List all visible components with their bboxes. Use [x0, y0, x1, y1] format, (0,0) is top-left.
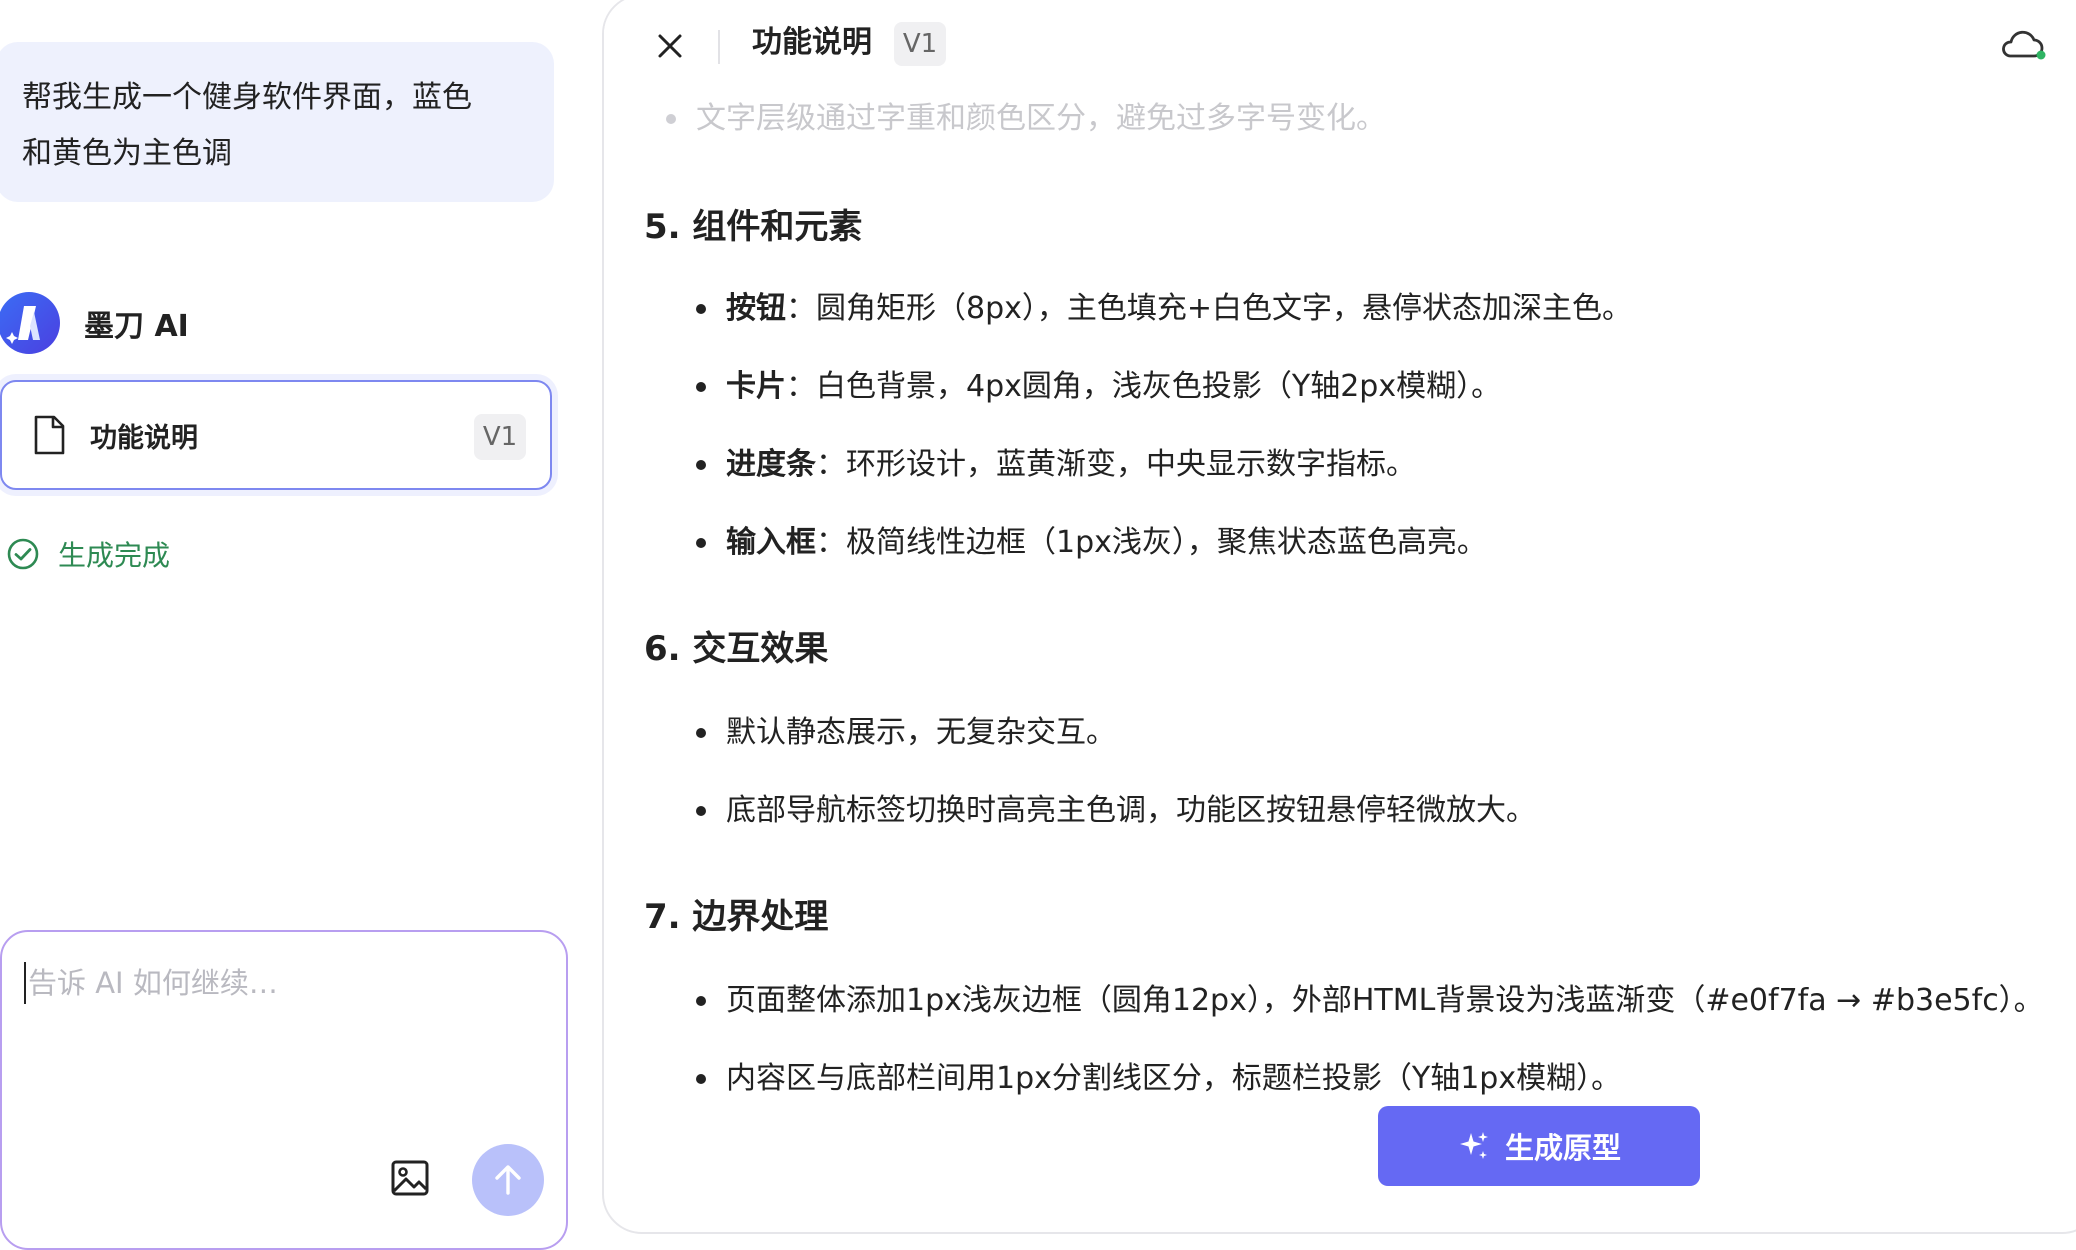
chat-panel: 帮我生成一个健身软件界面，蓝色 和黄色为主色调 墨刀 AI 功能说明 V1 生成… — [0, 0, 598, 1250]
section-heading: 5. 组件和元素 — [644, 207, 863, 247]
upload-image-button[interactable] — [390, 1158, 430, 1198]
generate-prototype-button[interactable]: 生成原型 — [1378, 1106, 1700, 1186]
list-item: 输入框 ：极简线性边框（1px浅灰），聚焦状态蓝色高亮。 — [696, 522, 1487, 564]
list-item: 卡片 ：白色背景，4px圆角，浅灰色投影（Y轴2px模糊）。 — [696, 366, 1501, 408]
document-version-badge: V1 — [894, 22, 946, 66]
section-heading: 6. 交互效果 — [644, 629, 829, 669]
list-item: 进度条 ：环形设计，蓝黄渐变，中央显示数字指标。 — [696, 444, 1416, 486]
user-message-line: 帮我生成一个健身软件界面，蓝色 — [22, 80, 472, 115]
chat-input[interactable] — [24, 962, 550, 1004]
check-circle-icon — [7, 538, 39, 570]
generate-prototype-label: 生成原型 — [1504, 1131, 1621, 1165]
list-item: 内容区与底部栏间用1px分割线区分，标题栏投影（Y轴1px模糊）。 — [696, 1058, 1621, 1100]
arrow-up-icon — [495, 1165, 521, 1195]
document-header: 功能说明 V1 — [604, 0, 2076, 92]
section-heading: 7. 边界处理 — [644, 897, 829, 937]
document-panel: 功能说明 V1 文字层级通过字重和颜色区分，避免过多字号变化。 5. 组件和元素… — [602, 0, 2076, 1234]
doc-card-version-badge: V1 — [474, 414, 526, 460]
cloud-sync-icon — [2002, 30, 2046, 60]
close-icon — [658, 34, 682, 58]
document-content: 文字层级通过字重和颜色区分，避免过多字号变化。 5. 组件和元素 按钮 ：圆角矩形… — [644, 0, 2076, 1232]
doc-card-title: 功能说明 — [90, 422, 198, 454]
chat-input-box — [0, 930, 568, 1250]
document-icon — [34, 415, 65, 455]
list-item: 默认静态展示，无复杂交互。 — [696, 712, 1116, 754]
modao-logo-icon — [6, 306, 40, 344]
faded-list-item: 文字层级通过字重和颜色区分，避免过多字号变化。 — [644, 98, 1386, 140]
list-item: 页面整体添加1px浅灰边框（圆角12px），外部HTML背景设为浅蓝渐变（#e0… — [696, 980, 2044, 1022]
doc-card[interactable]: 功能说明 V1 — [0, 380, 552, 490]
ai-name: 墨刀 AI — [84, 309, 189, 344]
user-message-line: 和黄色为主色调 — [22, 136, 232, 171]
send-button[interactable] — [472, 1144, 544, 1216]
image-icon — [391, 1160, 429, 1196]
ai-identity: 墨刀 AI — [0, 290, 189, 356]
list-item: 按钮 ：圆角矩形（8px），主色填充+白色文字，悬停状态加深主色。 — [696, 288, 1632, 330]
header-divider — [718, 30, 720, 64]
user-message-bubble: 帮我生成一个健身软件界面，蓝色 和黄色为主色调 — [0, 42, 554, 202]
list-item: 底部导航标签切换时高亮主色调，功能区按钮悬停轻微放大。 — [696, 790, 1536, 832]
ai-avatar — [0, 292, 60, 354]
close-button[interactable] — [650, 26, 690, 66]
document-title: 功能说明 — [752, 25, 872, 60]
status-text: 生成完成 — [58, 539, 171, 572]
sparkle-icon — [1459, 1132, 1488, 1159]
generation-status: 生成完成 — [6, 534, 170, 574]
